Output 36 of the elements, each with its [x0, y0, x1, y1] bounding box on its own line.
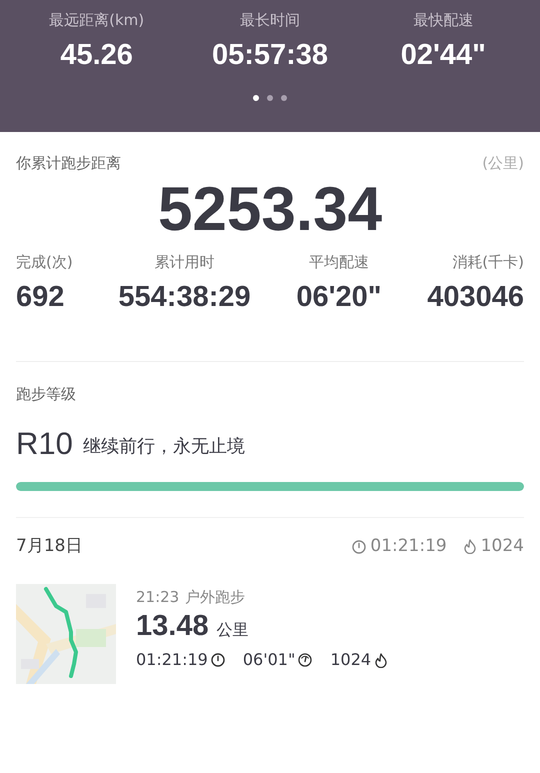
run-type: 户外跑步	[185, 586, 246, 608]
stat-value: 06'20"	[296, 280, 382, 315]
record-label: 最长时间	[240, 10, 300, 31]
record-value: 02'44"	[400, 38, 486, 72]
stat-label: 平均配速	[308, 252, 369, 272]
stat-label: 累计用时	[154, 252, 215, 272]
record-value: 05:57:38	[212, 38, 328, 72]
clock-icon	[352, 540, 366, 554]
grade-label: R10	[16, 426, 73, 462]
record-label: 最远距离(km)	[49, 10, 144, 31]
section-title: 跑步等级	[16, 385, 76, 403]
run-record[interactable]: 21:23 户外跑步 13.48 公里 01:21:19 06'01" 1024	[16, 584, 524, 684]
run-distance: 13.48	[136, 609, 209, 644]
total-distance: 5253.34	[158, 174, 382, 244]
run-pace: 06'01"	[242, 649, 296, 671]
distance-unit: 公里	[216, 619, 249, 641]
clock-icon	[210, 653, 225, 667]
stat-value: 554:38:29	[118, 280, 251, 315]
run-duration: 01:21:19	[136, 649, 208, 671]
date-label: 7月18日	[16, 535, 82, 558]
stat-label: 完成(次)	[16, 252, 73, 272]
run-time: 21:23	[136, 586, 180, 608]
unit-label: (公里)	[482, 153, 524, 174]
run-calories: 1024	[330, 649, 372, 671]
flame-icon	[374, 652, 388, 668]
gauge-icon	[298, 653, 312, 667]
stat-value: 403046	[427, 280, 524, 315]
total-label: 你累计跑步距离	[16, 153, 121, 174]
record-value: 45.26	[60, 38, 133, 72]
stat-label: 消耗(千卡)	[452, 252, 524, 272]
motto-text: 继续前行，永无止境	[82, 435, 245, 459]
duration-text: 01:21:19	[370, 535, 447, 558]
calories-text: 1024	[480, 535, 524, 558]
flame-icon	[462, 539, 477, 554]
stat-value: 692	[16, 280, 64, 315]
record-label: 最快配速	[413, 10, 474, 31]
